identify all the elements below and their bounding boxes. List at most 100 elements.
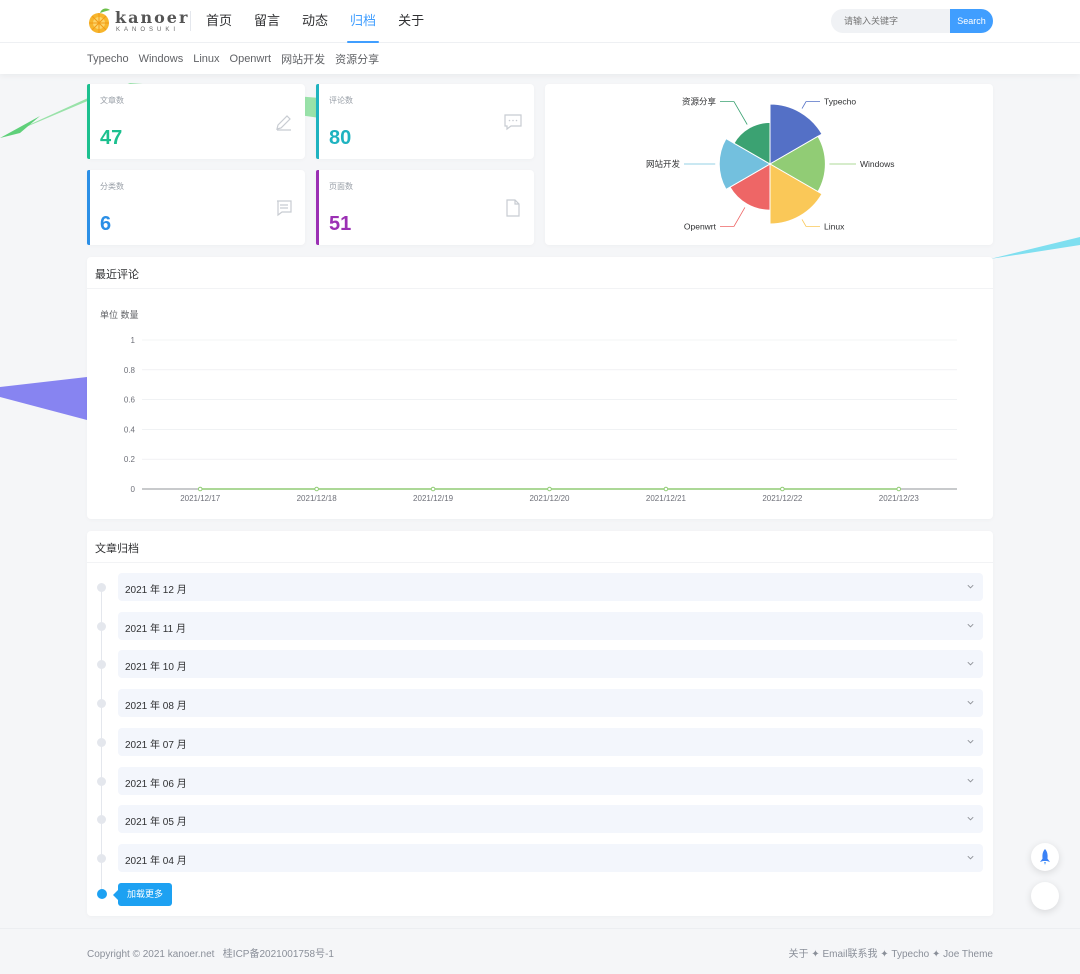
archive-month-label: 2021 年 12 月 bbox=[125, 585, 187, 596]
stat-card-categories: 分类数 6 bbox=[87, 170, 305, 245]
nav-activity[interactable]: 动态 bbox=[291, 0, 339, 43]
site-logo[interactable]: kanoer KANOSUKI bbox=[88, 5, 187, 37]
stat-accent-bar bbox=[87, 170, 90, 245]
timeline-dot bbox=[97, 621, 106, 631]
data-point[interactable] bbox=[780, 486, 785, 492]
archive-month-label: 2021 年 07 月 bbox=[125, 739, 187, 751]
load-more-button[interactable]: 加载更多 bbox=[113, 883, 172, 906]
pie-label: 网站开发 bbox=[646, 159, 681, 169]
stat-card-comments: 评论数 80 bbox=[316, 84, 534, 159]
nav-archive[interactable]: 归档 bbox=[339, 0, 387, 43]
chevron-down-icon bbox=[967, 700, 974, 705]
theme-toggle-button[interactable] bbox=[1031, 882, 1059, 910]
nav-messages[interactable]: 留言 bbox=[243, 0, 291, 43]
stat-accent-bar bbox=[87, 84, 90, 159]
stat-accent-bar bbox=[316, 170, 319, 245]
archive-month-label: 2021 年 08 月 bbox=[125, 701, 187, 713]
stat-value: 51 bbox=[329, 213, 352, 235]
stat-label: 评论数 bbox=[329, 96, 353, 105]
timeline-dot-active bbox=[97, 889, 107, 899]
file-icon bbox=[506, 199, 520, 217]
pie-label-line bbox=[720, 101, 748, 125]
chevron-down-icon bbox=[967, 662, 974, 666]
archive-month-item[interactable]: 2021 年 12 月 bbox=[118, 573, 983, 601]
x-tick-label: 2021/12/17 bbox=[180, 494, 221, 503]
header-top-row: kanoer KANOSUKI 首页 留言 动态 归档 关于 Search bbox=[0, 0, 1080, 43]
list-icon bbox=[277, 200, 292, 217]
archive-month-item[interactable]: 2021 年 06 月 bbox=[118, 766, 983, 795]
archive-month-item[interactable]: 2021 年 05 月 bbox=[118, 805, 983, 834]
pie-label-line bbox=[720, 207, 746, 227]
archive-month-item[interactable]: 2021 年 10 月 bbox=[118, 650, 983, 679]
archive-month-label: 2021 年 05 月 bbox=[125, 817, 187, 829]
category-rose-chart: Typecho Windows Linux Openwrt 网站开发 资源分享 bbox=[646, 97, 895, 232]
archive-month-item[interactable]: 2021 年 07 月 bbox=[118, 727, 983, 756]
timeline-dot bbox=[97, 737, 106, 747]
stat-value: 47 bbox=[100, 127, 123, 149]
pie-label-line bbox=[801, 101, 820, 109]
nav-about[interactable]: 关于 bbox=[387, 0, 435, 43]
x-tick-label: 2021/12/22 bbox=[762, 494, 803, 503]
chevron-down-icon bbox=[967, 739, 974, 744]
chevron-down-icon bbox=[967, 623, 974, 628]
category-link-resources[interactable]: 资源分享 bbox=[335, 51, 379, 67]
decor-ribbon-cyan bbox=[990, 237, 1080, 259]
data-point[interactable] bbox=[896, 486, 902, 492]
category-link-openwrt[interactable]: Openwrt bbox=[230, 53, 272, 65]
archive-month-item[interactable]: 2021 年 11 月 bbox=[118, 611, 983, 640]
y-tick-label: 0 bbox=[131, 485, 136, 494]
pie-label: Openwrt bbox=[684, 221, 717, 231]
data-point[interactable] bbox=[430, 486, 436, 492]
search-button[interactable]: Search bbox=[950, 9, 993, 33]
archive-month-label: 2021 年 04 月 bbox=[125, 855, 187, 867]
stat-value: 6 bbox=[100, 213, 112, 235]
archive-card: 文章归档 2021 年 12 月 2021 年 11 月 2021 年 10 月 20… bbox=[87, 531, 993, 916]
pie-label: Typecho bbox=[824, 97, 856, 107]
category-link-typecho[interactable]: Typecho bbox=[87, 53, 129, 65]
search-input[interactable] bbox=[831, 9, 959, 33]
archive-month-item[interactable]: 2021 年 08 月 bbox=[118, 689, 983, 718]
stat-label: 页面数 bbox=[329, 182, 353, 191]
nav-home[interactable]: 首页 bbox=[195, 0, 243, 43]
category-pie-card: Typecho Windows Linux Openwrt 网站开发 资源分享 bbox=[545, 84, 993, 245]
data-point[interactable] bbox=[547, 486, 552, 492]
pencil-icon bbox=[276, 115, 291, 131]
timeline-dot bbox=[97, 660, 106, 670]
footer-copyright: Copyright © 2021 kanoer.net 桂ICP备2021001… bbox=[87, 949, 334, 960]
back-to-top-button[interactable] bbox=[1031, 843, 1059, 871]
chevron-down-icon bbox=[967, 778, 974, 782]
archive-month-item[interactable]: 2021 年 04 月 bbox=[118, 843, 983, 872]
timeline-dot bbox=[97, 853, 106, 863]
chevron-down-icon bbox=[967, 855, 974, 860]
pie-label: Linux bbox=[824, 221, 845, 231]
archive-month-label: 2021 年 10 月 bbox=[125, 662, 187, 674]
x-tick-label: 2021/12/21 bbox=[646, 494, 687, 503]
archive-month-label: 2021 年 11 月 bbox=[125, 623, 186, 635]
main-nav: 首页 留言 动态 归档 关于 bbox=[195, 0, 435, 43]
category-link-webdev[interactable]: 网站开发 bbox=[281, 51, 325, 67]
timeline-dot bbox=[97, 815, 106, 825]
rocket-icon bbox=[1040, 849, 1050, 865]
x-tick-label: 2021/12/23 bbox=[879, 494, 920, 503]
card-divider bbox=[87, 562, 993, 563]
card-title: 文章归档 bbox=[95, 543, 139, 555]
category-link-linux[interactable]: Linux bbox=[193, 53, 219, 65]
data-point[interactable] bbox=[663, 486, 669, 492]
footer-links[interactable]: 关于 ✦ Email联系我 ✦ Typecho ✦ Joe Theme bbox=[789, 945, 993, 960]
y-tick-label: 0.6 bbox=[124, 396, 136, 405]
timeline-dot bbox=[97, 776, 106, 786]
chevron-down-icon bbox=[967, 584, 974, 589]
category-link-windows[interactable]: Windows bbox=[139, 53, 184, 65]
logo-subtext: KANOSUKI bbox=[116, 27, 180, 33]
data-point[interactable] bbox=[197, 486, 203, 492]
pie-label-line bbox=[801, 219, 820, 227]
category-nav: Typecho Windows Linux Openwrt 网站开发 资源分享 bbox=[87, 43, 389, 74]
timeline-dot bbox=[97, 699, 106, 709]
site-header: kanoer KANOSUKI 首页 留言 动态 归档 关于 Search Ty… bbox=[0, 0, 1080, 74]
data-point[interactable] bbox=[314, 486, 319, 492]
stat-value: 80 bbox=[329, 127, 352, 149]
comments-line-chart: 0 0.2 0.4 0.6 0.8 1 2021/12/17 2021/12/18 2021/1… bbox=[124, 336, 957, 503]
search-box: Search bbox=[831, 9, 993, 33]
logo-text: kanoer bbox=[115, 8, 190, 27]
y-tick-label: 0.4 bbox=[124, 425, 136, 434]
